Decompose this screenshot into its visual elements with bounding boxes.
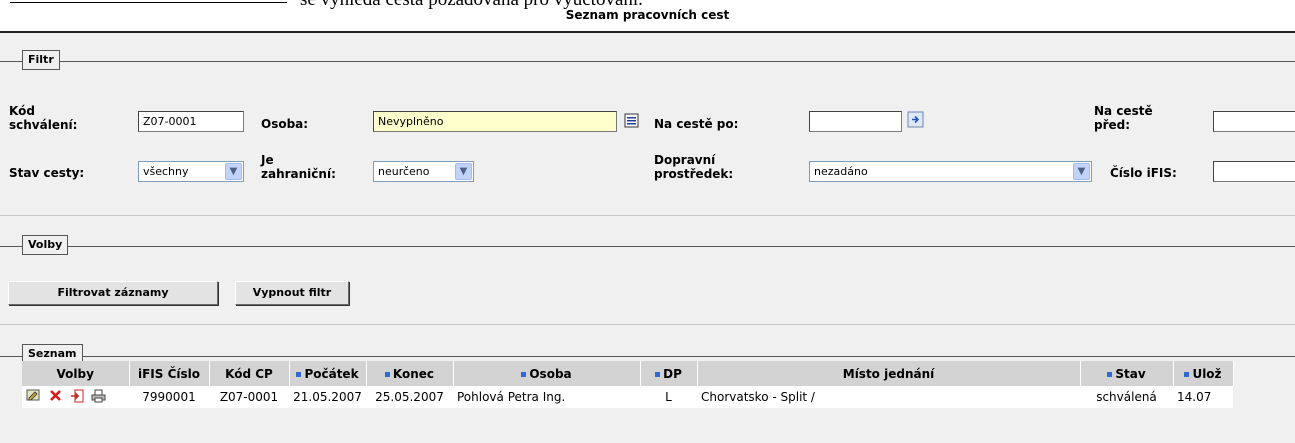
- col-stav[interactable]: Stav: [1080, 361, 1174, 386]
- cell-misto: Chorvatsko - Split /: [697, 386, 1080, 408]
- na-ceste-po-label: Na cestě po:: [654, 117, 739, 131]
- cell-osoba: Pohlová Petra Ing.: [453, 386, 640, 408]
- seznam-divider: [0, 356, 1295, 357]
- col-dp-label: DP: [663, 366, 682, 381]
- col-misto-jednani: Místo jednání: [697, 361, 1081, 386]
- volby-divider: [0, 246, 1295, 247]
- stav-cesty-label: Stav cesty:: [9, 166, 85, 180]
- dopravni-prostredek-value: nezadáno: [814, 165, 868, 178]
- cell-kod-cp: Z07-0001: [209, 386, 289, 408]
- cell-ifis: 7990001: [129, 386, 209, 408]
- sort-icon: [655, 371, 661, 377]
- col-stav-label: Stav: [1115, 366, 1146, 381]
- je-zahranicni-label: Je zahraniční:: [261, 153, 336, 181]
- sort-icon: [296, 371, 302, 377]
- page-title: Seznam pracovních cest: [565, 8, 730, 22]
- sort-icon: [384, 371, 390, 377]
- volby-bottom-divider: [0, 324, 1295, 325]
- kod-schvaleni-input[interactable]: Z07-0001: [138, 111, 244, 132]
- dopravni-prostredek-select[interactable]: nezadáno ▼: [809, 161, 1092, 182]
- table-row: 7990001 Z07-0001 21.05.2007 25.05.2007 P…: [22, 386, 1233, 408]
- person-list-icon[interactable]: [624, 113, 641, 130]
- col-dp[interactable]: DP: [640, 361, 698, 386]
- row-actions: [22, 386, 129, 408]
- trips-table: Volby iFIS Číslo Kód CP Počátek Konec Os…: [22, 361, 1234, 408]
- delete-icon[interactable]: [49, 389, 62, 405]
- filter-legend: Filtr: [22, 50, 60, 70]
- sort-icon: [521, 371, 527, 377]
- disable-filter-button[interactable]: Vypnout filtr: [235, 281, 349, 305]
- col-konec[interactable]: Konec: [366, 361, 454, 386]
- print-icon[interactable]: [91, 389, 106, 406]
- filter-divider: [0, 61, 1295, 62]
- na-ceste-pred-input[interactable]: [1213, 111, 1295, 132]
- col-pocatek[interactable]: Počátek: [289, 361, 367, 386]
- edit-icon[interactable]: [26, 389, 41, 406]
- col-pocatek-label: Počátek: [304, 366, 359, 381]
- col-osoba-label: Osoba: [529, 366, 572, 381]
- col-uloz-label: Ulož: [1192, 366, 1222, 381]
- cell-konec: 25.05.2007: [366, 386, 453, 408]
- table-header-row: Volby iFIS Číslo Kód CP Počátek Konec Os…: [22, 361, 1234, 386]
- export-icon[interactable]: [70, 389, 84, 406]
- sort-icon: [1107, 371, 1113, 377]
- na-ceste-po-input[interactable]: [809, 111, 902, 132]
- col-ifis: iFIS Číslo: [129, 361, 210, 386]
- sort-icon: [1184, 371, 1190, 377]
- je-zahranicni-value: neurčeno: [378, 165, 430, 178]
- col-uloz[interactable]: Ulož: [1173, 361, 1234, 386]
- col-osoba[interactable]: Osoba: [453, 361, 641, 386]
- volby-legend: Volby: [22, 235, 69, 255]
- col-kod-cp: Kód CP: [209, 361, 290, 386]
- cell-dp: L: [640, 386, 697, 408]
- calendar-icon[interactable]: [907, 111, 924, 128]
- chevron-down-icon: ▼: [1073, 163, 1090, 180]
- chevron-down-icon: ▼: [225, 163, 242, 180]
- chevron-down-icon: ▼: [455, 163, 472, 180]
- col-volby: Volby: [22, 361, 130, 386]
- na-ceste-pred-label: Na cestě před:: [1094, 104, 1153, 132]
- stav-cesty-select[interactable]: všechny ▼: [138, 161, 244, 182]
- stav-cesty-value: všechny: [143, 165, 189, 178]
- dopravni-prostredek-label: Dopravní prostředek:: [654, 153, 734, 181]
- cislo-ifis-label: Číslo iFIS:: [1110, 166, 1177, 180]
- cell-stav: schválená: [1080, 386, 1173, 408]
- kod-schvaleni-label: Kód schválení:: [9, 104, 78, 132]
- cell-pocatek: 21.05.2007: [289, 386, 366, 408]
- filter-bottom-divider: [0, 215, 1295, 216]
- cislo-ifis-input[interactable]: [1213, 161, 1295, 182]
- osoba-input[interactable]: Nevyplněno: [373, 111, 617, 132]
- text-underline: [10, 2, 287, 3]
- col-konec-label: Konec: [392, 366, 435, 381]
- filter-records-button[interactable]: Filtrovat záznamy: [8, 281, 218, 305]
- cell-uloz: 14.07: [1173, 386, 1233, 408]
- je-zahranicni-select[interactable]: neurčeno ▼: [373, 161, 474, 182]
- osoba-label: Osoba:: [261, 117, 309, 131]
